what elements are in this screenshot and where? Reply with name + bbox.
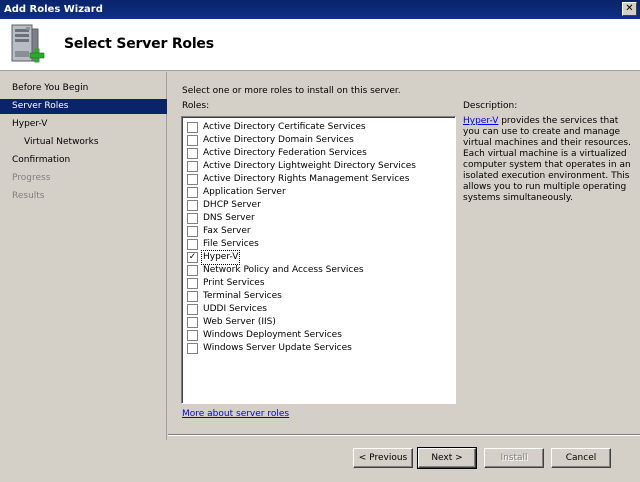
nav-item-hyper-v[interactable]: Hyper-V [0, 117, 167, 132]
role-checkbox[interactable] [187, 226, 198, 237]
role-checkbox[interactable] [187, 239, 198, 250]
role-label: File Services [203, 239, 259, 249]
role-uddi-services[interactable]: UDDI Services [186, 303, 451, 316]
role-checkbox[interactable] [187, 174, 198, 185]
title-bar: Add Roles Wizard ✕ [0, 0, 640, 19]
nav-item-before-you-begin[interactable]: Before You Begin [0, 81, 167, 96]
role-ad-domain-services[interactable]: Active Directory Domain Services [186, 134, 451, 147]
role-label: Active Directory Domain Services [203, 135, 354, 145]
role-ad-lightweight-directory-services[interactable]: Active Directory Lightweight Directory S… [186, 160, 451, 173]
role-terminal-services[interactable]: Terminal Services [186, 290, 451, 303]
nav-item-label: Hyper-V [12, 119, 48, 129]
role-checkbox[interactable] [187, 213, 198, 224]
nav-item-label: Results [12, 191, 45, 201]
role-windows-deployment-services[interactable]: Windows Deployment Services [186, 329, 451, 342]
role-checkbox[interactable] [187, 148, 198, 159]
role-windows-server-update-services[interactable]: Windows Server Update Services [186, 342, 451, 355]
role-label: Web Server (IIS) [203, 317, 276, 327]
role-dhcp-server[interactable]: DHCP Server [186, 199, 451, 212]
role-label: Application Server [203, 187, 286, 197]
main-content: Select one or more roles to install on t… [168, 72, 640, 440]
instruction-text: Select one or more roles to install on t… [182, 86, 401, 96]
nav-item-label: Progress [12, 173, 51, 183]
role-checkbox[interactable] [187, 187, 198, 198]
role-hyper-v[interactable]: ✓ Hyper-V [186, 250, 451, 265]
role-label: Windows Server Update Services [203, 343, 352, 353]
role-label: UDDI Services [203, 304, 267, 314]
role-checkbox[interactable] [187, 291, 198, 302]
page-title: Select Server Roles [64, 36, 214, 52]
roles-list[interactable]: Active Directory Certificate Services Ac… [181, 116, 456, 404]
nav-item-label: Confirmation [12, 155, 71, 165]
close-icon: ✕ [625, 3, 634, 14]
role-label: DNS Server [203, 213, 255, 223]
previous-button[interactable]: < Previous [353, 448, 413, 468]
role-checkbox[interactable] [187, 200, 198, 211]
nav-item-label: Before You Begin [12, 83, 89, 93]
description-body: provides the services that you can use t… [463, 116, 631, 203]
roles-label: Roles: [182, 101, 210, 111]
role-label: Active Directory Rights Management Servi… [203, 174, 410, 184]
role-checkbox[interactable] [187, 265, 198, 276]
nav-item-confirmation[interactable]: Confirmation [0, 153, 167, 168]
role-checkbox[interactable] [187, 135, 198, 146]
role-label: Terminal Services [203, 291, 282, 301]
wizard-nav: Before You Begin Server Roles Hyper-V Vi… [0, 72, 167, 440]
role-file-services[interactable]: File Services [186, 238, 451, 251]
role-checkbox[interactable] [187, 343, 198, 354]
role-application-server[interactable]: Application Server [186, 186, 451, 199]
role-ad-rights-management-services[interactable]: Active Directory Rights Management Servi… [186, 173, 451, 186]
role-network-policy-access-services[interactable]: Network Policy and Access Services [186, 264, 451, 277]
nav-item-progress: Progress [0, 171, 167, 186]
install-button: Install [484, 448, 544, 468]
role-label: Active Directory Certificate Services [203, 122, 366, 132]
cancel-button[interactable]: Cancel [551, 448, 611, 468]
hyper-v-description-link[interactable]: Hyper-V [463, 116, 498, 126]
role-dns-server[interactable]: DNS Server [186, 212, 451, 225]
role-web-server-iis[interactable]: Web Server (IIS) [186, 316, 451, 329]
role-label: Print Services [203, 278, 265, 288]
role-label: DHCP Server [203, 200, 261, 210]
role-fax-server[interactable]: Fax Server [186, 225, 451, 238]
description-label: Description: [463, 101, 518, 111]
nav-item-results: Results [0, 189, 167, 204]
role-label: Windows Deployment Services [203, 330, 342, 340]
role-ad-certificate-services[interactable]: Active Directory Certificate Services [186, 121, 451, 134]
description-text: Hyper-V provides the services that you c… [463, 116, 633, 204]
role-print-services[interactable]: Print Services [186, 277, 451, 290]
role-checkbox[interactable] [187, 161, 198, 172]
nav-item-label: Server Roles [12, 101, 69, 111]
role-checkbox[interactable] [187, 317, 198, 328]
nav-item-label: Virtual Networks [24, 137, 99, 147]
role-checkbox[interactable] [187, 122, 198, 133]
role-label: Fax Server [203, 226, 251, 236]
role-label: Active Directory Federation Services [203, 148, 367, 158]
server-add-icon [11, 24, 45, 63]
role-label: Network Policy and Access Services [203, 265, 364, 275]
role-checkbox[interactable] [187, 304, 198, 315]
window-title: Add Roles Wizard [4, 4, 103, 15]
role-ad-federation-services[interactable]: Active Directory Federation Services [186, 147, 451, 160]
role-label: Active Directory Lightweight Directory S… [203, 161, 416, 171]
more-about-roles-link[interactable]: More about server roles [182, 409, 289, 419]
wizard-header: Select Server Roles [0, 19, 640, 71]
role-checkbox[interactable] [187, 330, 198, 341]
close-button[interactable]: ✕ [622, 2, 637, 16]
role-checkbox-checked[interactable]: ✓ [187, 252, 198, 263]
nav-item-server-roles[interactable]: Server Roles [0, 99, 167, 114]
footer-separator [168, 434, 640, 436]
role-checkbox[interactable] [187, 278, 198, 289]
next-button[interactable]: Next > [417, 447, 477, 469]
nav-item-virtual-networks[interactable]: Virtual Networks [0, 135, 167, 150]
role-label: Hyper-V [200, 250, 241, 265]
